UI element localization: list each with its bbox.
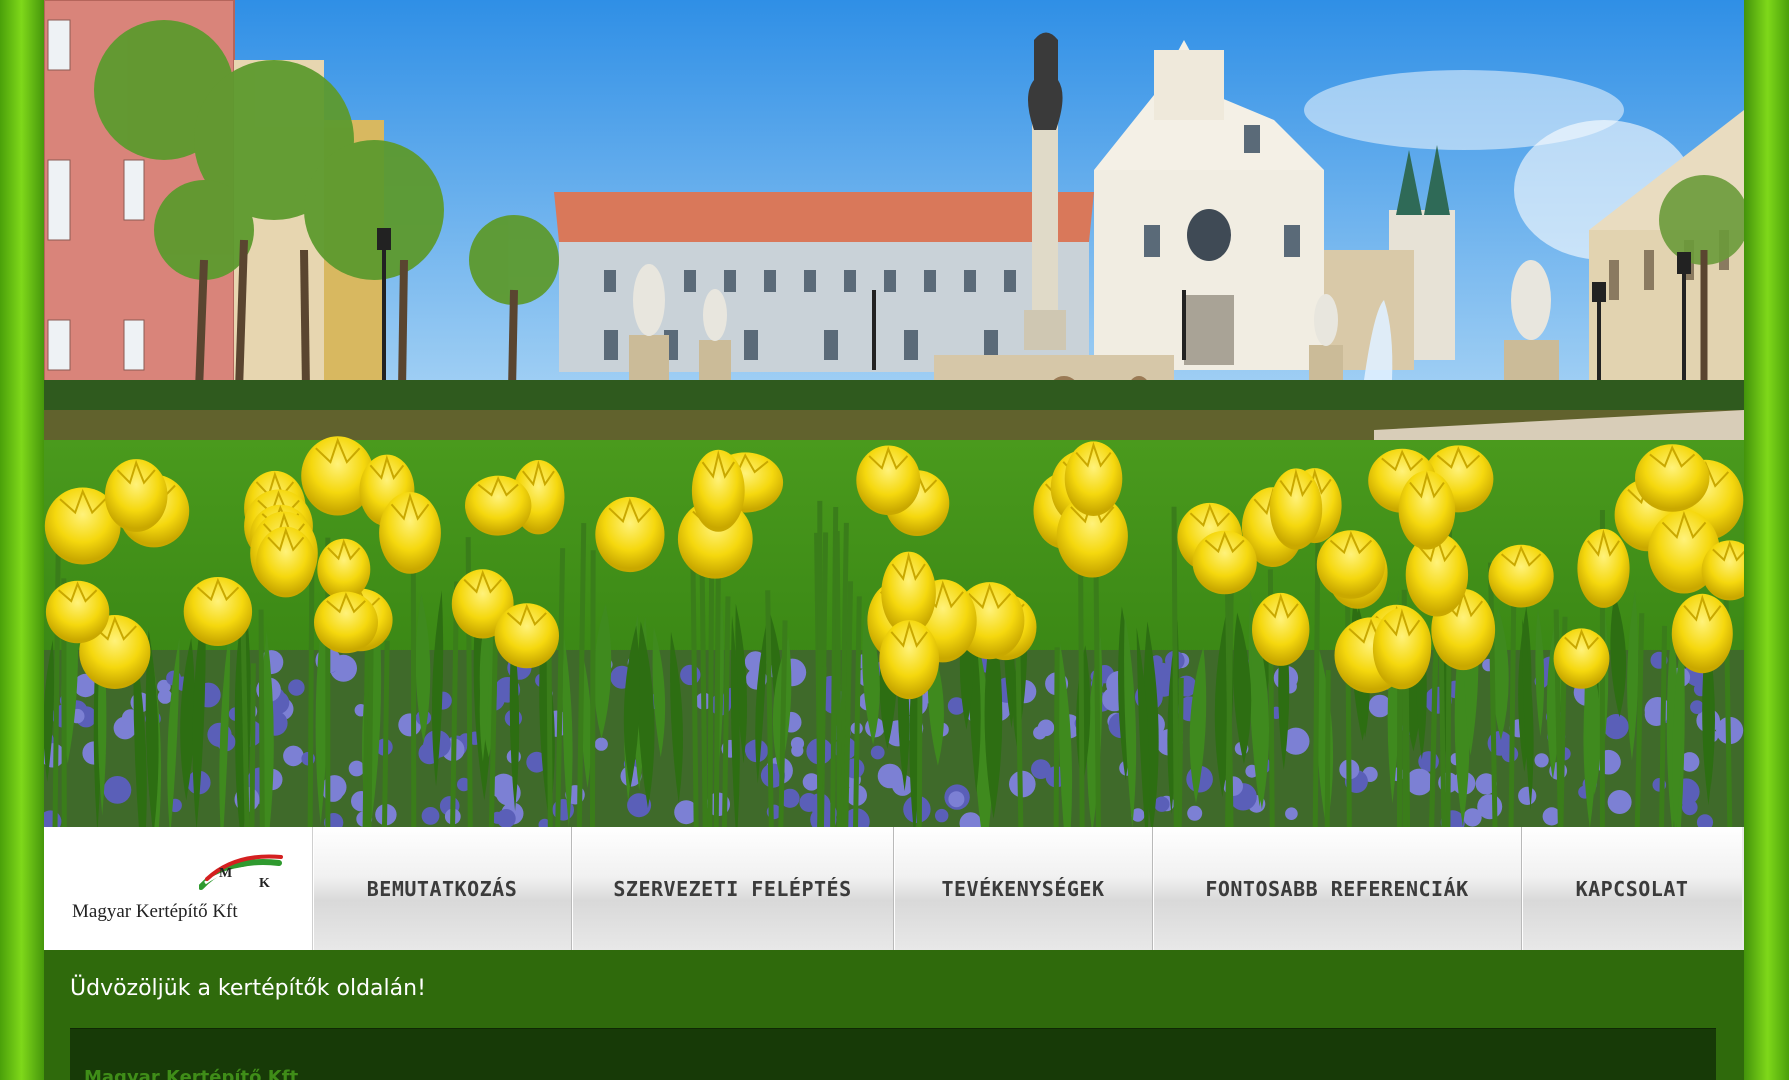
main-navigation: M K Magyar Kertépítő Kft BEMUTATKOZÁS SZ… — [44, 827, 1744, 950]
nav-item-bemutatkozas[interactable]: BEMUTATKOZÁS — [313, 827, 572, 950]
logo-company-name: Magyar Kertépítő Kft — [72, 901, 238, 922]
nav-item-szervezeti-felepites[interactable]: SZERVEZETI FELÉPTÉS — [572, 827, 894, 950]
logo-mark-letter-k: K — [259, 876, 270, 891]
nav-item-tevekenysegek[interactable]: TEVÉKENYSÉGEK — [894, 827, 1153, 950]
page-frame: M K Magyar Kertépítő Kft BEMUTATKOZÁS SZ… — [44, 0, 1744, 1080]
content-panel: Magyar Kertépítő Kft — [70, 1028, 1716, 1080]
company-heading: Magyar Kertépítő Kft — [84, 1067, 299, 1080]
logo-mark-icon: M K — [199, 854, 283, 891]
nav-item-fontosabb-referenciak[interactable]: FONTOSABB REFERENCIÁK — [1153, 827, 1522, 950]
hero-banner-image — [44, 0, 1744, 827]
company-logo[interactable]: M K Magyar Kertépítő Kft — [44, 827, 313, 950]
welcome-message: Üdvözöljük a kertépítők oldalán! — [70, 976, 426, 1001]
logo-mark-letter-m: M — [219, 866, 232, 881]
nav-item-kapcsolat[interactable]: KAPCSOLAT — [1522, 827, 1742, 950]
